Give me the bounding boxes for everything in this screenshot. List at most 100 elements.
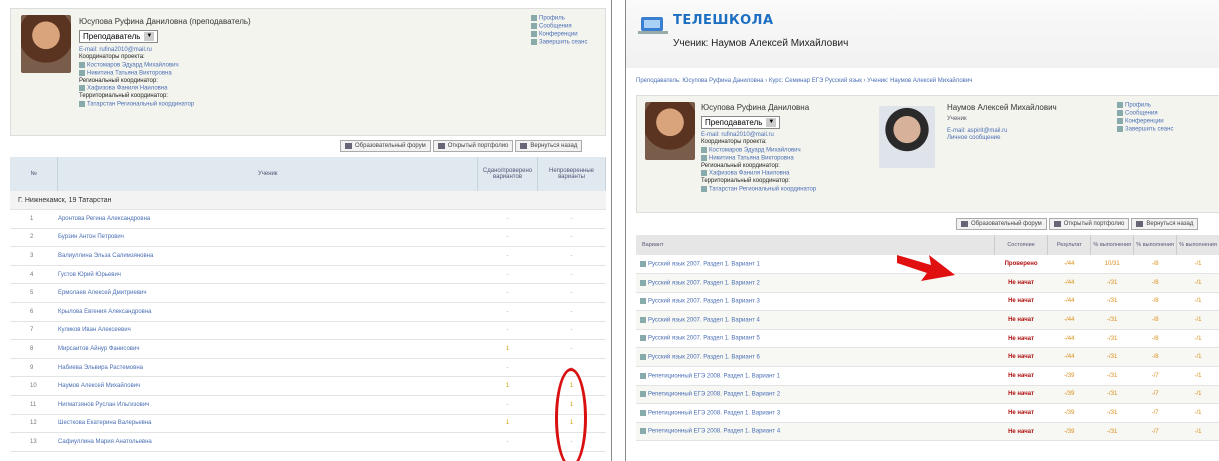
profile-link[interactable]: Хафизова Фаниля Наиловна [701, 170, 816, 178]
menu-item[interactable]: Сообщения [531, 23, 587, 31]
toolbar-button[interactable]: Вернуться назад [515, 140, 583, 152]
table-row: 11 Нигматзянов Руслан Ильгизович -1 [10, 395, 606, 415]
menu-item[interactable]: Профиль [1117, 102, 1173, 110]
student-link[interactable]: Крылова Евгения Александровна [57, 302, 478, 322]
submitted-count: 1 [477, 339, 538, 359]
toolbar-button[interactable]: Образовательный форум [956, 218, 1047, 230]
chevron-down-icon: ▼ [766, 118, 777, 128]
user-icon [79, 69, 85, 76]
student-link[interactable]: Куликов Иван Алексеевич [57, 321, 478, 341]
student-link[interactable]: Личное сообщение [947, 135, 1007, 142]
variant-link[interactable]: Репетиционный ЕГЭ 2008. Раздел 1. Вариан… [636, 366, 995, 386]
menu-item[interactable]: Конференции [531, 31, 587, 39]
menu-item[interactable]: Завершить сеанс [1117, 126, 1173, 134]
percent-value: -/1 [1176, 347, 1219, 368]
profile-link[interactable]: Татарстан Региональный координатор [701, 185, 816, 194]
toolbar-button[interactable]: Открытый портфолио [432, 140, 514, 152]
col-header-status: Состояние [994, 235, 1049, 255]
row-number: 11 [10, 395, 58, 415]
percent-value: -/31 [1090, 292, 1134, 312]
breadcrumb[interactable]: Преподаватель: Юсупова Руфина Даниловна … [636, 78, 972, 84]
student-link[interactable]: Мирсаитов Айнур Фанисович [57, 339, 478, 359]
profile-link[interactable]: E-mail: rufina2010@mail.ru [79, 47, 194, 54]
student-link[interactable]: Шесткова Екатерина Валерьевна [57, 414, 478, 434]
percent-value: -/1 [1176, 385, 1219, 405]
profile-link[interactable]: Татарстан Региональный координатор [79, 100, 194, 109]
menu-icon [1117, 110, 1123, 117]
percent-value: -/1 [1176, 329, 1219, 349]
header: ТЕЛЕШКОЛА Ученик: Наумов Алексей Михайло… [626, 0, 1219, 68]
submitted-count: - [477, 246, 538, 266]
student-link[interactable]: Нигматзянов Руслан Ильгизович [57, 395, 478, 415]
variant-link[interactable]: Русский язык 2007. Раздел 1. Вариант 4 [636, 310, 995, 330]
profile-link[interactable]: Костомаров Эдуард Михайлович [701, 146, 816, 155]
status-badge: Не начат [994, 403, 1048, 423]
highlight-circle [555, 368, 587, 461]
status-badge: Не начат [994, 347, 1048, 368]
student-link[interactable]: Бурзин Антон Петрович [57, 228, 478, 248]
variant-link[interactable]: Русский язык 2007. Раздел 1. Вариант 6 [636, 347, 995, 368]
table-row: 13 Сафиуллина Мария Анатольевна - - [10, 432, 606, 452]
variant-link[interactable]: Репетиционный ЕГЭ 2008. Раздел 1. Вариан… [636, 403, 995, 423]
percent-value: -/8 [1133, 255, 1177, 275]
percent-value: -/8 [1133, 273, 1177, 293]
student-link[interactable]: E-mail: aspirit@mail.ru [947, 128, 1007, 135]
student-link[interactable]: Валиуллина Эльза Салимзяновна [57, 246, 478, 266]
student-link[interactable]: Аронтова Регина Александровна [57, 209, 478, 229]
student-link[interactable]: Сафиуллина Мария Анатольевна [57, 432, 478, 452]
menu-item[interactable]: Сообщения [1117, 110, 1173, 118]
user-icon [79, 61, 85, 68]
profile-link[interactable]: Никитина Татьяна Викторовна [79, 69, 194, 78]
toolbar-button[interactable]: Открытый портфолио [1048, 218, 1130, 230]
unchecked-count: - [537, 209, 606, 229]
document-icon [640, 391, 646, 398]
percent-value: -/7 [1133, 366, 1177, 386]
profile-link[interactable]: Никитина Татьяна Викторовна [701, 154, 816, 163]
teacher-name[interactable]: Юсупова Руфина Даниловна [701, 103, 809, 112]
student-link[interactable]: Ермолаев Алексей Дмитриевич [57, 283, 478, 304]
student-details: E-mail: aspirit@mail.ru Личное сообщение [947, 128, 1007, 143]
result-value: -/44 [1047, 292, 1091, 312]
student-link[interactable]: Набиева Эльвира Растемовна [57, 358, 478, 378]
status-badge: Не начат [994, 422, 1048, 442]
menu-item[interactable]: Завершить сеанс [531, 39, 587, 47]
student-link[interactable]: Густов Юрий Юрьевич [57, 265, 478, 285]
menu-item[interactable]: Профиль [531, 15, 587, 23]
profile-label: Координаторы проекта: [79, 54, 145, 61]
variant-link[interactable]: Репетиционный ЕГЭ 2008. Раздел 1. Вариан… [636, 422, 995, 442]
document-icon [640, 316, 646, 323]
button-icon [520, 143, 528, 149]
divider [612, 0, 625, 461]
student-avatar [879, 106, 935, 168]
document-icon [640, 409, 646, 416]
toolbar-button[interactable]: Вернуться назад [1131, 218, 1199, 230]
submitted-count: - [477, 321, 538, 341]
variant-link[interactable]: Русский язык 2007. Раздел 1. Вариант 3 [636, 292, 995, 312]
button-icon [437, 143, 445, 149]
role-select[interactable]: Преподаватель ▼ [701, 116, 781, 129]
role-select[interactable]: Преподаватель ▼ [79, 30, 159, 43]
profile-link[interactable]: Костомаров Эдуард Михайлович [79, 61, 194, 70]
user-icon [701, 185, 707, 192]
status-badge: Не начат [994, 310, 1048, 330]
table-row: 5 Ермолаев Алексей Дмитриевич - - [10, 283, 606, 304]
teacher-name[interactable]: Юсупова Руфина Даниловна (преподаватель) [79, 17, 251, 26]
percent-value: -/7 [1133, 422, 1177, 442]
profile-link[interactable]: E-mail: rufina2010@mail.ru [701, 132, 816, 139]
result-value: -/39 [1047, 385, 1091, 405]
user-menu: Профиль Сообщения Конференции Завершить сеа… [531, 15, 587, 47]
profile-link[interactable]: Хафизова Фаниля Наиловна [79, 85, 194, 93]
submitted-count: - [477, 228, 538, 248]
students-table: № Ученик Сдано/проверено вариантов Непро… [10, 157, 606, 452]
student-link[interactable]: Наумов Алексей Михайлович [57, 376, 478, 397]
logo-text[interactable]: ТЕЛЕШКОЛА [673, 13, 774, 28]
col-header-unchecked: Непроверенные варианты [537, 157, 606, 191]
variant-link[interactable]: Репетиционный ЕГЭ 2008. Раздел 1. Вариан… [636, 385, 995, 405]
percent-value: -/31 [1090, 385, 1134, 405]
button-icon [345, 143, 352, 149]
profile-label: Координаторы проекта: [701, 139, 767, 146]
variant-link[interactable]: Русский язык 2007. Раздел 1. Вариант 5 [636, 329, 995, 349]
toolbar-button[interactable]: Образовательный форум [340, 140, 431, 152]
menu-item[interactable]: Конференции [1117, 118, 1173, 126]
document-icon [640, 372, 646, 379]
